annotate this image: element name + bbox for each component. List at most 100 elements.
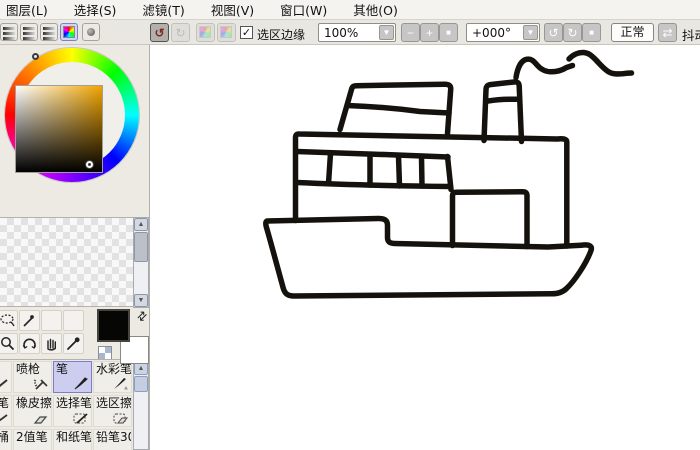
tool-label: 笔: [0, 396, 11, 410]
menu-others[interactable]: 其他(O): [351, 0, 400, 20]
angle-dropdown-arrow-icon[interactable]: ▼: [523, 25, 538, 40]
zoom-in-button[interactable]: +: [420, 23, 439, 42]
tool-grid-scrollbar[interactable]: ▲: [133, 361, 149, 450]
redo-button[interactable]: ↻: [171, 23, 190, 42]
selection-eraser-icon: [113, 413, 129, 424]
menu-window[interactable]: 窗口(W): [278, 0, 329, 20]
rainbow-grid-icon: [63, 26, 75, 38]
square-icon: ■: [589, 28, 594, 37]
tool-selection-pen[interactable]: 选择笔: [53, 395, 92, 427]
zoom-out-button[interactable]: −: [401, 23, 420, 42]
primary-color-swatch[interactable]: [97, 309, 130, 342]
tool-cell-partial[interactable]: [0, 361, 12, 393]
window-divider: [395, 153, 403, 189]
pen-icon: [0, 379, 8, 388]
swatch-scratchpad-area[interactable]: [0, 217, 133, 307]
swatch-scrollbar[interactable]: ▲ ▼: [133, 217, 149, 308]
blend-mode-button[interactable]: 正常: [611, 23, 654, 42]
tool-watercolor[interactable]: 水彩笔: [93, 361, 132, 393]
tool-label: 桶: [0, 430, 11, 444]
empty-tool-slot[interactable]: [41, 310, 62, 331]
pen-icon: [74, 377, 88, 390]
selection-edge-checkbox[interactable]: ✓: [240, 26, 253, 39]
eraser-icon: [33, 416, 48, 424]
color-mixer-panel-toggle-icon[interactable]: [20, 23, 38, 41]
selection-hide-button[interactable]: [217, 23, 236, 42]
rotate-ccw-button[interactable]: ↺: [544, 23, 563, 42]
scroll-up-icon[interactable]: ▲: [134, 218, 148, 231]
angle-select[interactable]: +000° ▼: [466, 23, 540, 42]
drawing-canvas[interactable]: [151, 45, 700, 450]
swap-colors-icon[interactable]: ⇄: [131, 305, 149, 328]
undo-button[interactable]: ↺: [150, 23, 169, 42]
rotate-cw-button[interactable]: ↻: [563, 23, 582, 42]
lasso-tool-button[interactable]: [0, 310, 18, 331]
pen-icon: [0, 414, 8, 422]
boat-hull: [263, 215, 595, 299]
tool-label: 喷枪: [16, 362, 41, 376]
tool-label: 2值笔: [16, 430, 48, 444]
saturation-value-marker[interactable]: [86, 161, 93, 168]
blob-icon: [87, 28, 95, 36]
color-list-panel-toggle-icon[interactable]: [40, 23, 58, 41]
tool-eraser[interactable]: 橡皮擦: [13, 395, 52, 427]
tool-paper-pen[interactable]: 和纸笔: [53, 429, 92, 450]
tool-binary-pen[interactable]: 2值笔: [13, 429, 52, 450]
funnel-band-line: [485, 96, 520, 104]
tool-label: 和纸笔: [56, 430, 92, 444]
dither-label: 抖动: [682, 28, 700, 43]
tool-cell-partial[interactable]: 笔: [0, 395, 12, 427]
scrollbar-thumb[interactable]: [134, 232, 148, 262]
magic-wand-tool-button[interactable]: [19, 310, 40, 331]
lasso-icon: [0, 314, 15, 327]
square-icon: ■: [446, 28, 451, 37]
zoom-select[interactable]: 100% ▼: [318, 23, 396, 42]
menu-view[interactable]: 视图(V): [209, 0, 256, 20]
zoom-tool-button[interactable]: [0, 333, 18, 354]
rotate-reset-button[interactable]: ■: [582, 23, 601, 42]
selection-edge-label: 选区边缘: [257, 28, 306, 42]
magnifier-icon: [1, 337, 15, 351]
transparency-color-button[interactable]: [98, 346, 112, 360]
tool-label: 选择笔: [56, 396, 92, 410]
scratchpad-panel-toggle-icon[interactable]: [82, 23, 100, 41]
saturation-value-square[interactable]: [15, 85, 103, 173]
grid-icon: [220, 26, 232, 38]
color-slider-panel-toggle-icon[interactable]: [0, 23, 18, 41]
flip-horizontal-button[interactable]: ⇄: [658, 23, 677, 42]
rotate-view-tool-button[interactable]: [19, 333, 40, 354]
zoom-value: 100%: [324, 26, 359, 40]
hand-tool-button[interactable]: [41, 333, 62, 354]
selection-show-button[interactable]: [196, 23, 215, 42]
tool-pencil30[interactable]: 铅笔30: [93, 429, 132, 450]
hue-marker[interactable]: [32, 53, 39, 60]
zoom-dropdown-arrow-icon[interactable]: ▼: [379, 25, 394, 40]
bridge-window-line: [344, 102, 452, 116]
tool-label: 铅笔30: [96, 430, 132, 444]
menu-layer[interactable]: 图层(L): [4, 0, 50, 20]
cabin-window-band-right: [444, 153, 454, 193]
smoke-stroke-2: [566, 49, 635, 77]
tool-label: 笔: [56, 362, 69, 376]
hand-icon: [47, 338, 56, 351]
color-and-tools-panel: ▲ ▼ ⇄ 喷枪 笔 水彩笔 橡皮擦 选择笔 选区擦 2值笔 和纸笔 铅笔30 …: [0, 45, 150, 450]
tool-pen-selected[interactable]: 笔: [53, 361, 92, 393]
scrollbar-thumb[interactable]: [134, 376, 148, 392]
color-swatches-panel-toggle-icon[interactable]: [60, 23, 78, 41]
tool-label: 选区擦: [96, 396, 132, 410]
rotate-view-icon: [22, 338, 37, 349]
menu-bar: 图层(L) 选择(S) 滤镜(T) 视图(V) 窗口(W) 其他(O): [0, 0, 700, 20]
eyedropper-tool-button[interactable]: [63, 333, 84, 354]
watercolor-brush-icon: [114, 378, 128, 390]
airbrush-icon: [33, 379, 48, 390]
angle-value: +000°: [472, 26, 511, 40]
menu-select[interactable]: 选择(S): [72, 0, 119, 20]
eyedropper-icon: [67, 337, 80, 350]
window-divider: [325, 150, 334, 187]
empty-tool-slot[interactable]: [63, 310, 84, 331]
tool-cell-partial[interactable]: 桶: [0, 429, 12, 450]
tool-selection-eraser[interactable]: 选区擦: [93, 395, 132, 427]
zoom-reset-button[interactable]: ■: [439, 23, 458, 42]
menu-filter[interactable]: 滤镜(T): [140, 0, 186, 20]
tool-airbrush[interactable]: 喷枪: [13, 361, 52, 393]
